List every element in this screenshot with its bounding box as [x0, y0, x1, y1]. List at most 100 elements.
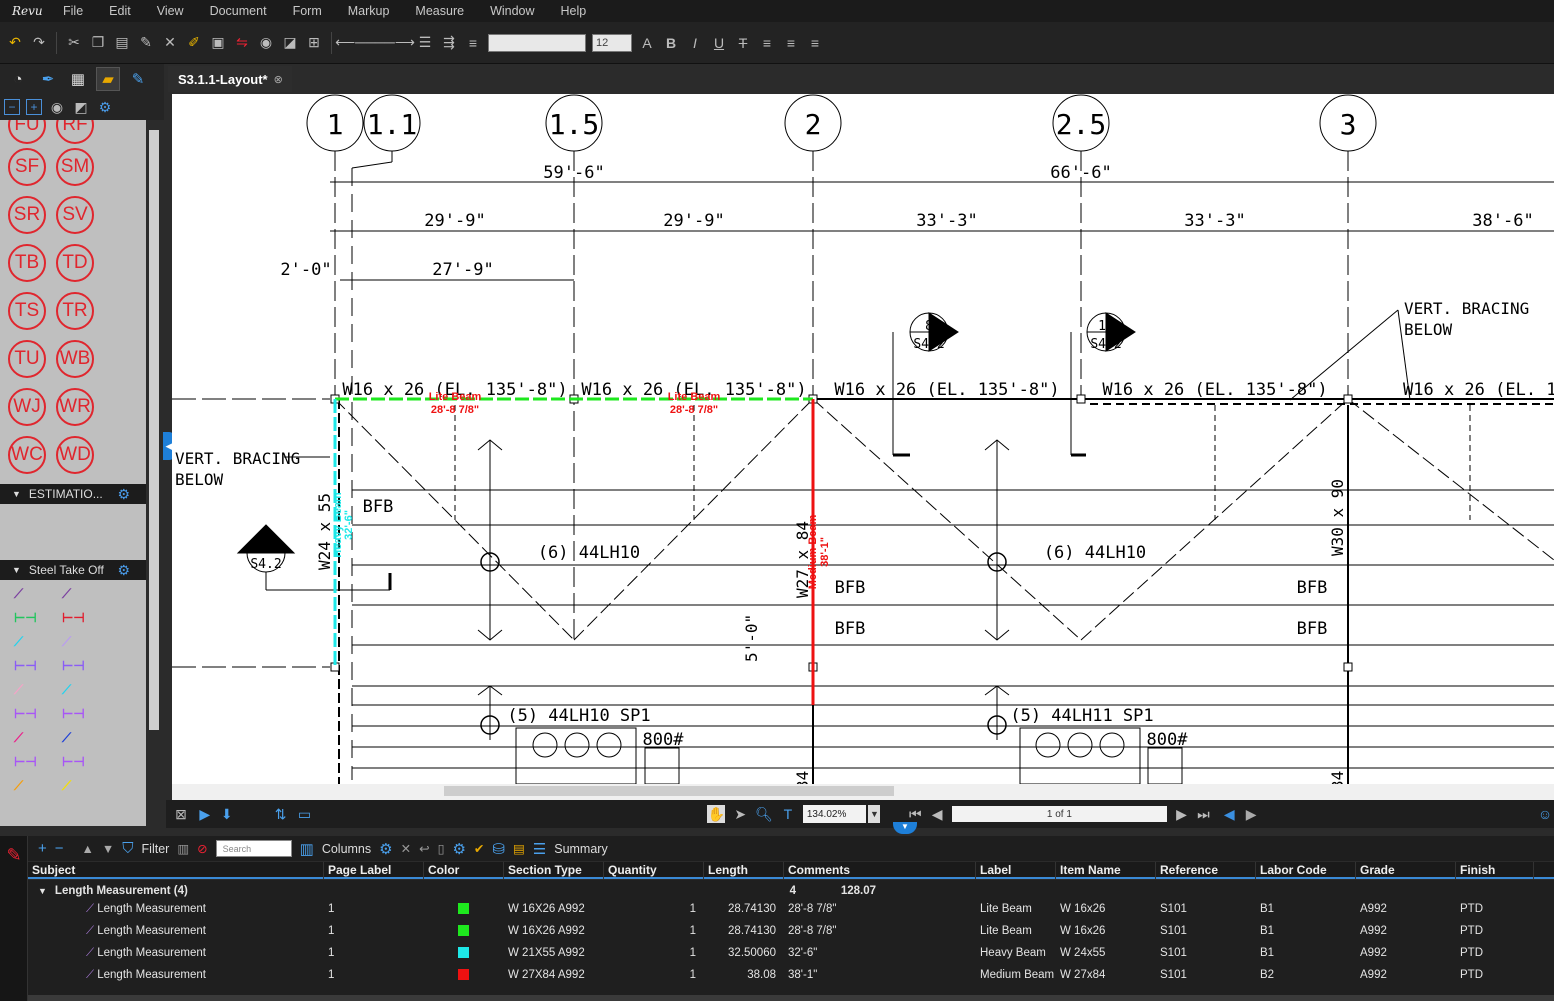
- first-page-icon[interactable]: ⏮: [906, 805, 924, 823]
- column-header-grade[interactable]: Grade: [1356, 862, 1456, 879]
- filter-icon[interactable]: ⛉: [122, 840, 133, 857]
- delete-icon[interactable]: ✕: [161, 34, 179, 52]
- thumbnails-tab-icon[interactable]: ▦: [66, 67, 90, 91]
- snap-icon[interactable]: ▶: [196, 805, 214, 823]
- pen-icon[interactable]: ✎: [5, 845, 23, 865]
- beam-length-tool-icon[interactable]: ⊢⊣: [62, 658, 85, 674]
- stamp-fu[interactable]: FU: [8, 120, 46, 144]
- column-header-length[interactable]: Length: [704, 862, 784, 879]
- stamp-sr[interactable]: SR: [8, 196, 46, 234]
- beam-length-tool-icon[interactable]: ⊢⊣: [14, 658, 37, 674]
- scroll-thumb[interactable]: [444, 786, 894, 796]
- undo-icon[interactable]: ↶: [6, 34, 24, 52]
- summary-icon[interactable]: ☰: [533, 840, 546, 858]
- linear-measure-tool-icon[interactable]: ⟋: [14, 730, 23, 746]
- copy-icon[interactable]: ❐: [89, 34, 107, 52]
- font-family-select[interactable]: [488, 33, 586, 52]
- scroll-thumb[interactable]: [149, 130, 159, 730]
- stamp-sv[interactable]: SV: [56, 196, 94, 234]
- markups-tab-icon[interactable]: ✎: [126, 67, 150, 91]
- stamp-wd[interactable]: WD: [56, 436, 94, 474]
- column-header-color[interactable]: Color: [424, 862, 504, 879]
- column-header-subject[interactable]: Subject: [28, 862, 324, 879]
- column-header-reference[interactable]: Reference: [1156, 862, 1256, 879]
- gear-icon[interactable]: ⚙: [117, 486, 130, 503]
- gear-icon[interactable]: ⚙: [117, 562, 130, 579]
- pan-hand-icon[interactable]: ✋: [707, 805, 726, 823]
- linear-measure-tool-icon[interactable]: ⟋: [14, 778, 23, 794]
- column-header-comments[interactable]: Comments: [784, 862, 976, 879]
- beam-length-tool-icon[interactable]: ⊢⊣: [62, 706, 85, 722]
- spacing-icon[interactable]: ≡: [464, 34, 482, 52]
- reply-icon[interactable]: ↩: [419, 841, 429, 856]
- stamp-tu[interactable]: TU: [8, 340, 46, 378]
- menu-file[interactable]: File: [50, 0, 96, 22]
- stamp-wb[interactable]: WB: [56, 340, 94, 378]
- format-painter-icon[interactable]: ✎: [137, 34, 155, 52]
- toggle-markup-list-icon[interactable]: ▼: [893, 822, 917, 834]
- columns-button[interactable]: Columns: [322, 842, 371, 856]
- sync-icon[interactable]: ⬇: [218, 805, 236, 823]
- linear-measure-tool-icon[interactable]: ⟋: [62, 778, 71, 794]
- menu-view[interactable]: View: [144, 0, 197, 22]
- markup-label[interactable]: Lite Beam: [429, 391, 482, 403]
- linear-measure-tool-icon[interactable]: ⟋: [62, 586, 71, 602]
- strikethrough-icon[interactable]: T: [734, 34, 752, 52]
- paste-icon[interactable]: ▤: [113, 34, 131, 52]
- column-header-quantity[interactable]: Quantity: [604, 862, 704, 879]
- table-row[interactable]: ⟋ Length Measurement 1 W 16X26 A992 1 28.741…: [28, 920, 1554, 942]
- capture-icon[interactable]: ▣: [209, 34, 227, 52]
- summary-button[interactable]: Summary: [554, 842, 607, 856]
- stamp-ts[interactable]: TS: [8, 292, 46, 330]
- move-up-icon[interactable]: ▲: [82, 842, 94, 856]
- filter-button[interactable]: Filter: [142, 842, 170, 856]
- move-down-icon[interactable]: ▼: [102, 842, 114, 856]
- markup-label[interactable]: Medium Beam: [807, 514, 819, 589]
- split-vertical-icon[interactable]: ⇅: [272, 805, 290, 823]
- status-icon[interactable]: ▯: [438, 841, 445, 856]
- split-horizontal-icon[interactable]: ▭: [296, 805, 314, 823]
- stamp-rf[interactable]: RF: [56, 120, 94, 144]
- menu-help[interactable]: Help: [548, 0, 600, 22]
- markup-tool-icon[interactable]: ✐: [185, 34, 203, 52]
- menu-window[interactable]: Window: [477, 0, 547, 22]
- expand-icon[interactable]: +: [38, 840, 47, 857]
- stamp-td[interactable]: TD: [56, 244, 94, 282]
- page-number-field[interactable]: 1 of 1: [952, 806, 1167, 822]
- column-header-label[interactable]: Label: [976, 862, 1056, 879]
- linear-measure-tool-icon[interactable]: ⟋: [62, 730, 71, 746]
- options-gear-icon[interactable]: ⚙: [452, 840, 465, 858]
- markup-list-scrollbar[interactable]: [28, 995, 1554, 1001]
- next-view-icon[interactable]: ▶: [1242, 805, 1260, 823]
- columns-icon[interactable]: ▥: [300, 840, 314, 858]
- cut-icon[interactable]: ✂: [65, 34, 83, 52]
- stamp-icon[interactable]: ◉: [48, 98, 66, 116]
- column-header-labor-code[interactable]: Labor Code: [1256, 862, 1356, 879]
- underline-icon[interactable]: U: [710, 34, 728, 52]
- align-right-icon[interactable]: ≡: [806, 34, 824, 52]
- align-center-icon[interactable]: ≡: [782, 34, 800, 52]
- beam-length-tool-icon[interactable]: ⊢⊣: [14, 754, 37, 770]
- beam-length-tool-icon[interactable]: ⊢⊣: [62, 610, 85, 626]
- column-header-page-label[interactable]: Page Label: [324, 862, 424, 879]
- collapse-all-icon[interactable]: −: [4, 99, 20, 115]
- stamp-tb[interactable]: TB: [8, 244, 46, 282]
- text-color-icon[interactable]: A: [638, 34, 656, 52]
- previous-view-icon[interactable]: ◀: [1220, 805, 1238, 823]
- fill-icon[interactable]: ◉: [257, 34, 275, 52]
- edit-icon[interactable]: ◩: [72, 98, 90, 116]
- table-row[interactable]: ⟋ Length Measurement 1 W 27X84 A992 1 38.08 3…: [28, 964, 1554, 986]
- beam-length-tool-icon[interactable]: ⊢⊣: [14, 610, 37, 626]
- drawing-canvas[interactable]: 1 1.1 1.5 2 2.5 3 59'-6" 66'-6" 29'-9" 2…: [172, 94, 1554, 784]
- collapse-arrow-icon[interactable]: ▼: [38, 886, 47, 896]
- bold-icon[interactable]: B: [662, 34, 680, 52]
- export-icon[interactable]: ▤: [513, 841, 525, 856]
- previous-page-icon[interactable]: ◀: [928, 805, 946, 823]
- document-tab[interactable]: S3.1.1-Layout* ⊗: [168, 66, 292, 92]
- database-icon[interactable]: ⛁: [492, 840, 505, 858]
- pen-tab-icon[interactable]: ✒: [36, 67, 60, 91]
- linear-measure-tool-icon[interactable]: ⟋: [14, 586, 23, 602]
- delete-icon[interactable]: ✕: [401, 841, 411, 856]
- user-avatar-icon[interactable]: ☺: [1536, 805, 1554, 823]
- search-input[interactable]: Search: [215, 840, 292, 857]
